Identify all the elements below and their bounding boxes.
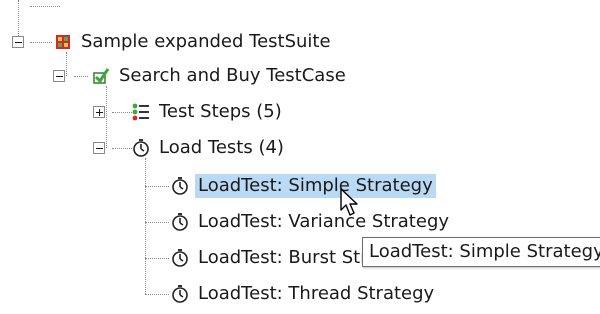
tree-node-label: LoadTest: Thread Strategy: [198, 283, 435, 304]
tree-connector: [112, 148, 132, 149]
tree-node-label: LoadTest: Variance Strategy: [198, 211, 450, 232]
collapse-toggle-testcase[interactable]: [53, 70, 65, 82]
tree-connector: [30, 6, 60, 7]
tooltip: LoadTest: Simple Strategy: [362, 237, 600, 267]
tree-node-load-tests[interactable]: Load Tests (4): [132, 135, 287, 161]
collapse-toggle-suite[interactable]: [12, 36, 24, 48]
tree-node-label: LoadTest: Simple Strategy: [195, 174, 436, 198]
stopwatch-icon: [171, 285, 189, 303]
testcase-check-icon: [92, 67, 110, 85]
test-steps-list-icon: [132, 103, 150, 121]
tree-connector: [106, 86, 107, 148]
stopwatch-icon: [171, 177, 189, 195]
stopwatch-icon: [171, 213, 189, 231]
tree-node-label: Search and Buy TestCase: [119, 65, 346, 86]
tree-node-label: Test Steps (5): [159, 101, 282, 122]
testsuite-grid-icon: [54, 33, 72, 51]
collapse-toggle-load-tests[interactable]: [93, 142, 105, 154]
tree-connector: [30, 42, 52, 43]
tree-connector: [112, 112, 132, 113]
tree-node-test-steps[interactable]: Test Steps (5): [132, 99, 285, 125]
expand-toggle-test-steps[interactable]: [93, 106, 105, 118]
tree-node-loadtest[interactable]: LoadTest: Thread Strategy: [171, 281, 437, 307]
tree-node-testcase[interactable]: Search and Buy TestCase: [92, 63, 349, 89]
tree-connector: [145, 158, 146, 294]
tree-node-loadtest[interactable]: LoadTest: Variance Strategy: [171, 209, 452, 235]
stopwatch-icon: [171, 249, 189, 267]
tree-connector: [145, 258, 169, 259]
tree-connector: [145, 186, 169, 187]
tree-node-label: Sample expanded TestSuite: [81, 31, 331, 52]
tree-connector: [74, 76, 88, 77]
tree-connector: [145, 294, 169, 295]
stopwatch-icon: [132, 139, 150, 157]
tree-connector: [18, 0, 19, 40]
tree-connector: [145, 222, 169, 223]
tree-node-loadtest[interactable]: LoadTest: Simple Strategy: [171, 173, 436, 199]
tree-node-label: Load Tests (4): [159, 137, 284, 158]
mouse-pointer-icon: [340, 188, 362, 218]
tree-node-testsuite[interactable]: Sample expanded TestSuite: [54, 29, 334, 55]
tree-connector: [66, 52, 67, 76]
